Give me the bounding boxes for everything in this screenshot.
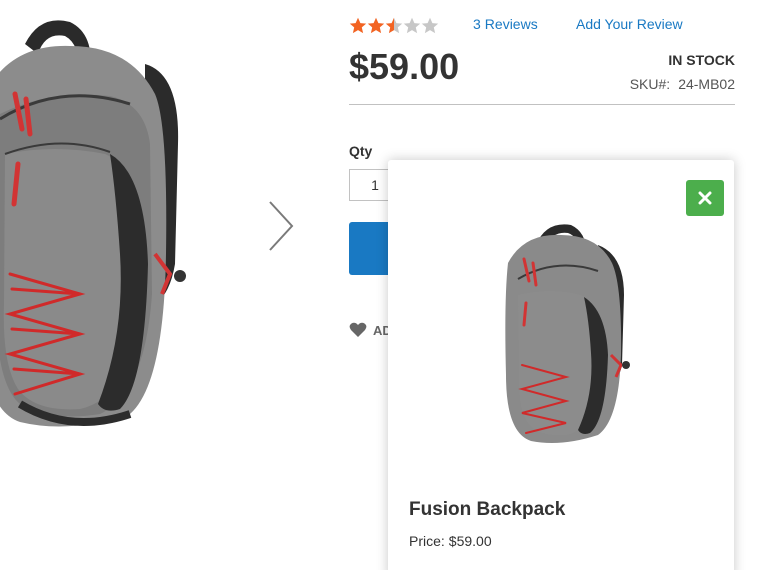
chevron-right-icon[interactable]: [262, 198, 298, 254]
sku: SKU#: 24-MB02: [630, 76, 735, 92]
product-gallery: [0, 0, 320, 570]
qty-label: Qty: [349, 143, 373, 159]
star-icon: [421, 17, 439, 33]
star-icon: [349, 17, 367, 33]
popup-price-value: $59.00: [448, 533, 492, 549]
reviews-link[interactable]: 3 Reviews: [473, 16, 538, 32]
popup-product-name[interactable]: Fusion Backpack: [409, 499, 565, 521]
heart-icon: [349, 322, 367, 337]
reviews-label: Reviews: [484, 16, 538, 32]
sku-label: SKU#:: [629, 76, 671, 92]
stock-status: IN STOCK: [668, 52, 735, 68]
close-button[interactable]: [686, 180, 724, 216]
add-to-wishlist-link[interactable]: AD: [349, 322, 392, 338]
product-page: 3 Reviews Add Your Review $59.00 IN STOCK…: [0, 0, 760, 570]
popup-price-label: Price:: [409, 533, 445, 549]
popup-product-price: Price: $59.00: [409, 533, 492, 549]
sku-value: 24-MB02: [678, 76, 735, 92]
rating-stars: [349, 17, 439, 34]
review-count: 3: [473, 16, 481, 32]
backpack-image: [505, 224, 630, 443]
star-icon: [403, 17, 421, 33]
star-icon: [385, 17, 403, 33]
star-icon: [367, 17, 385, 33]
add-review-link[interactable]: Add Your Review: [576, 16, 683, 32]
rating-summary: [349, 14, 439, 36]
product-price: $59.00: [349, 46, 460, 87]
close-icon: [698, 191, 712, 205]
product-popup: Fusion Backpack Price: $59.00: [388, 160, 734, 570]
divider: [349, 104, 735, 105]
backpack-image: [0, 20, 186, 427]
